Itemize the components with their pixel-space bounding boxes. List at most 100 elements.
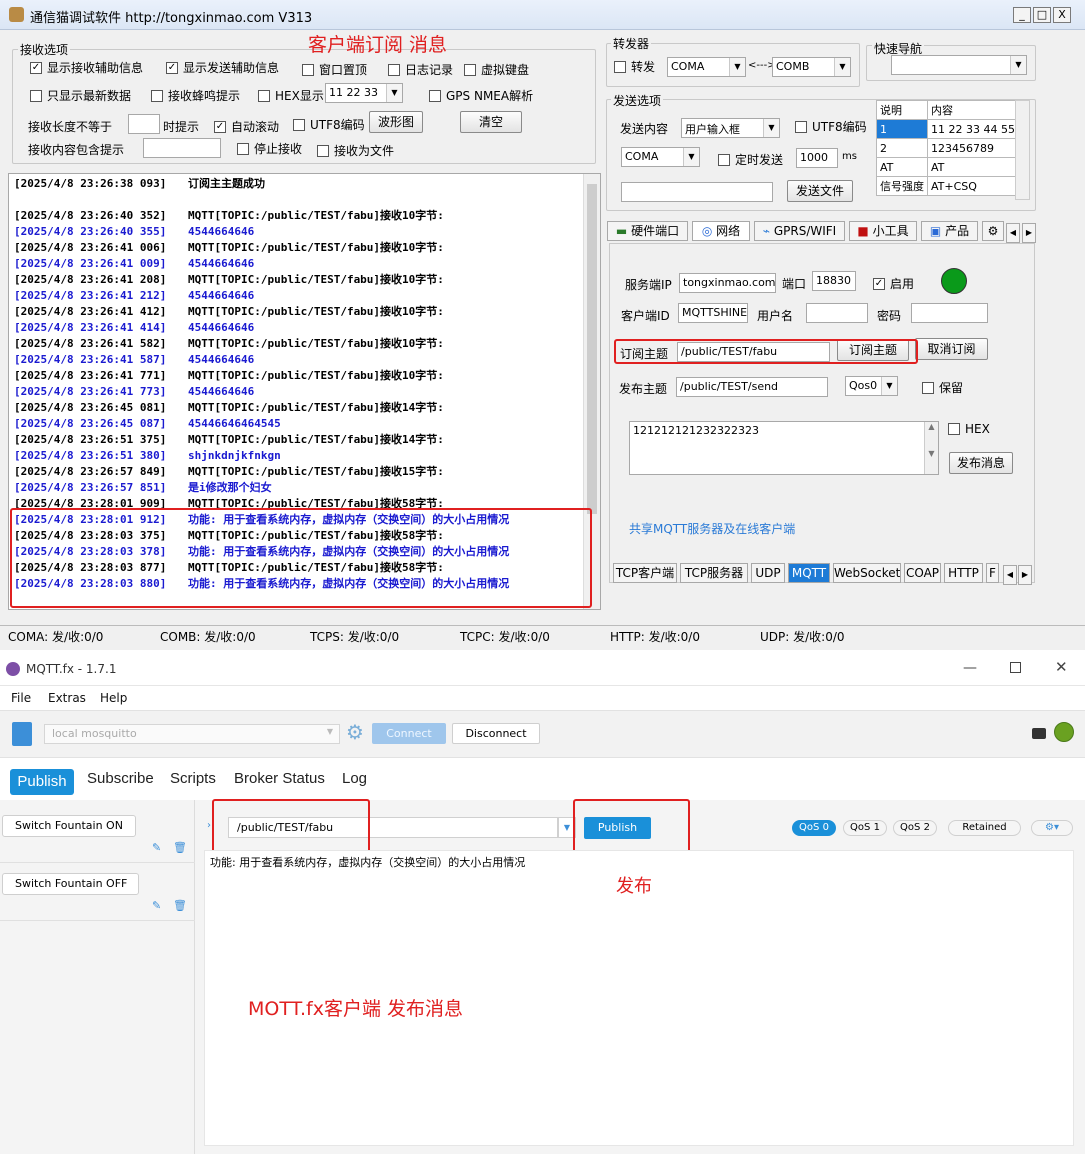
edit-icon[interactable]: ✎ <box>152 841 161 854</box>
show-send-aux-checkbox[interactable]: ✓ 显示发送辅助信息 <box>166 59 279 76</box>
table-row[interactable]: 2 123456789 <box>876 138 1019 158</box>
proto-tab-scroll-right-button[interactable]: ▶ <box>1018 565 1032 585</box>
window-top-checkbox[interactable]: 窗口置顶 <box>302 61 367 78</box>
client-id-input[interactable]: MQTTSHINE <box>678 303 748 323</box>
tab-broker-status[interactable]: Broker Status <box>234 770 325 787</box>
payload-scrollbar[interactable]: ▲ ▼ <box>924 422 938 474</box>
tab-scripts[interactable]: Scripts <box>170 770 216 787</box>
trash-icon[interactable]: 🗑 <box>173 841 187 854</box>
gps-nmea-checkbox[interactable]: GPS NMEA解析 <box>429 87 533 104</box>
autoscroll-checkbox[interactable]: ✓ 自动滚动 <box>214 118 279 135</box>
switch-fountain-on-button[interactable]: Switch Fountain ON <box>2 815 136 837</box>
waveform-button[interactable]: 波形图 <box>369 111 423 133</box>
minimize-button[interactable]: _ <box>1013 7 1031 23</box>
tab-protocol-coap[interactable]: COAP <box>904 563 941 583</box>
tab-hardware-port[interactable]: ▬ 硬件端口 <box>607 221 688 241</box>
table-row[interactable]: 1 11 22 33 44 55 <box>876 119 1019 139</box>
new-profile-file-icon[interactable] <box>12 722 32 746</box>
unsubscribe-button[interactable]: 取消订阅 <box>915 338 988 360</box>
tab-products[interactable]: ▣ 产品 <box>921 221 978 241</box>
log-record-checkbox[interactable]: 日志记录 <box>388 61 453 78</box>
send-file-button[interactable]: 发送文件 <box>787 180 853 202</box>
qos0-toggle[interactable]: QoS 0 <box>792 820 836 836</box>
timed-interval-input[interactable]: 1000 <box>796 148 838 168</box>
send-file-path-input[interactable] <box>621 182 773 202</box>
forward-checkbox[interactable]: 转发 <box>614 58 655 75</box>
mqttfx-close-button[interactable]: ✕ <box>1055 658 1068 676</box>
command-table-scrollbar[interactable] <box>1015 100 1030 200</box>
latest-only-checkbox[interactable]: 只显示最新数据 <box>30 87 131 104</box>
send-content-select[interactable]: 用户输入框 ▼ <box>681 118 780 138</box>
edit-icon[interactable]: ✎ <box>152 899 161 912</box>
recv-contains-input[interactable] <box>143 138 221 158</box>
hex-sample-select[interactable]: 11 22 33 ▼ <box>325 83 403 103</box>
tab-protocol-http[interactable]: HTTP <box>944 563 983 583</box>
qos1-toggle[interactable]: QoS 1 <box>843 820 887 836</box>
mqttfx-minimize-button[interactable]: — <box>963 660 977 676</box>
server-ip-input[interactable]: tongxinmao.com <box>679 273 776 293</box>
trash-icon[interactable]: 🗑 <box>173 899 187 912</box>
tab-network[interactable]: ◎ 网络 <box>692 221 750 241</box>
log-message: MQTT[TOPIC:/public/TEST/fabu]接收15字节: <box>188 465 444 478</box>
enable-checkbox[interactable]: ✓ 启用 <box>873 275 914 292</box>
recv-utf8-checkbox[interactable]: UTF8编码 <box>293 116 365 133</box>
tab-overflow[interactable]: ⚙ <box>982 221 1004 241</box>
publish-message-button[interactable]: 发布消息 <box>949 452 1013 474</box>
clear-button[interactable]: 清空 <box>460 111 522 133</box>
pub-topic-input[interactable]: /public/TEST/send <box>676 377 828 397</box>
tab-protocol-udp[interactable]: UDP <box>751 563 785 583</box>
table-row[interactable]: 信号强度 AT+CSQ <box>876 176 1019 196</box>
tab-log[interactable]: Log <box>342 770 367 787</box>
close-button[interactable]: X <box>1053 7 1071 23</box>
tab-protocol-websockets[interactable]: WebSockets <box>833 563 901 583</box>
virtual-keyboard-checkbox[interactable]: 虚拟键盘 <box>464 61 529 78</box>
log-message: shjnkdnjkfnkgn <box>188 449 281 462</box>
send-port-select[interactable]: COMA ▼ <box>621 147 700 167</box>
tab-scroll-left-button[interactable]: ◀ <box>1006 223 1020 243</box>
settings-dropdown[interactable]: ⚙▾ <box>1031 820 1073 836</box>
beep-checkbox[interactable]: 接收蜂鸣提示 <box>151 87 240 104</box>
stop-recv-checkbox[interactable]: 停止接收 <box>237 140 302 157</box>
tab-protocol-tcp服务器[interactable]: TCP服务器 <box>680 563 748 583</box>
recv-length-input[interactable] <box>128 114 160 134</box>
tab-scroll-right-button[interactable]: ▶ <box>1022 223 1036 243</box>
tab-protocol-tcp客户端[interactable]: TCP客户端 <box>613 563 677 583</box>
menu-help[interactable]: Help <box>100 691 127 705</box>
profile-select[interactable]: local mosquitto ▼ <box>44 724 340 744</box>
send-utf8-checkbox[interactable]: UTF8编码 <box>795 118 867 135</box>
port-input[interactable]: 18830 <box>812 271 856 291</box>
payload-textarea[interactable]: 121212121232322323 <box>629 421 939 475</box>
tab-gprs-wifi[interactable]: ⌁ GPRS/WIFI <box>754 221 845 241</box>
retain-checkbox[interactable]: 保留 <box>922 379 963 396</box>
menu-extras[interactable]: Extras <box>48 691 86 705</box>
qos-select[interactable]: Qos0 ▼ <box>845 376 898 396</box>
gear-icon[interactable]: ⚙ <box>346 722 364 742</box>
shared-mqtt-link[interactable]: 共享MQTT服务器及在线客户端 <box>629 520 795 537</box>
quick-nav-select[interactable]: ▼ <box>891 55 1027 75</box>
log-timestamp: [2025/4/8 23:26:41 773] <box>14 385 167 398</box>
qos2-toggle[interactable]: QoS 2 <box>893 820 937 836</box>
hex-display-checkbox[interactable]: HEX显示 <box>258 87 324 104</box>
forward-port-b-select[interactable]: COMB ▼ <box>772 57 851 77</box>
hex-send-checkbox[interactable]: HEX <box>948 422 990 436</box>
mqttfx-maximize-button[interactable] <box>1010 662 1021 673</box>
maximize-button[interactable]: □ <box>1033 7 1051 23</box>
proto-tab-scroll-left-button[interactable]: ◀ <box>1003 565 1017 585</box>
menu-file[interactable]: File <box>11 691 31 705</box>
tab-subscribe[interactable]: Subscribe <box>87 770 154 787</box>
connect-button[interactable]: Connect <box>372 723 446 744</box>
username-input[interactable] <box>806 303 868 323</box>
switch-fountain-off-button[interactable]: Switch Fountain OFF <box>2 873 139 895</box>
recv-to-file-checkbox[interactable]: 接收为文件 <box>317 142 394 159</box>
retained-toggle[interactable]: Retained <box>948 820 1021 836</box>
disconnect-button[interactable]: Disconnect <box>452 723 540 744</box>
timed-send-checkbox[interactable]: 定时发送 <box>718 151 783 168</box>
tab-protocol-mqtt[interactable]: MQTT <box>788 563 830 583</box>
tab-publish[interactable]: Publish <box>10 769 74 795</box>
table-row[interactable]: AT AT <box>876 157 1019 177</box>
password-input[interactable] <box>911 303 988 323</box>
tab-tools[interactable]: ■ 小工具 <box>849 221 917 241</box>
tab-protocol-f[interactable]: F <box>986 563 999 583</box>
show-recv-aux-checkbox[interactable]: ✓ 显示接收辅助信息 <box>30 59 143 76</box>
forward-port-a-select[interactable]: COMA ▼ <box>667 57 746 77</box>
